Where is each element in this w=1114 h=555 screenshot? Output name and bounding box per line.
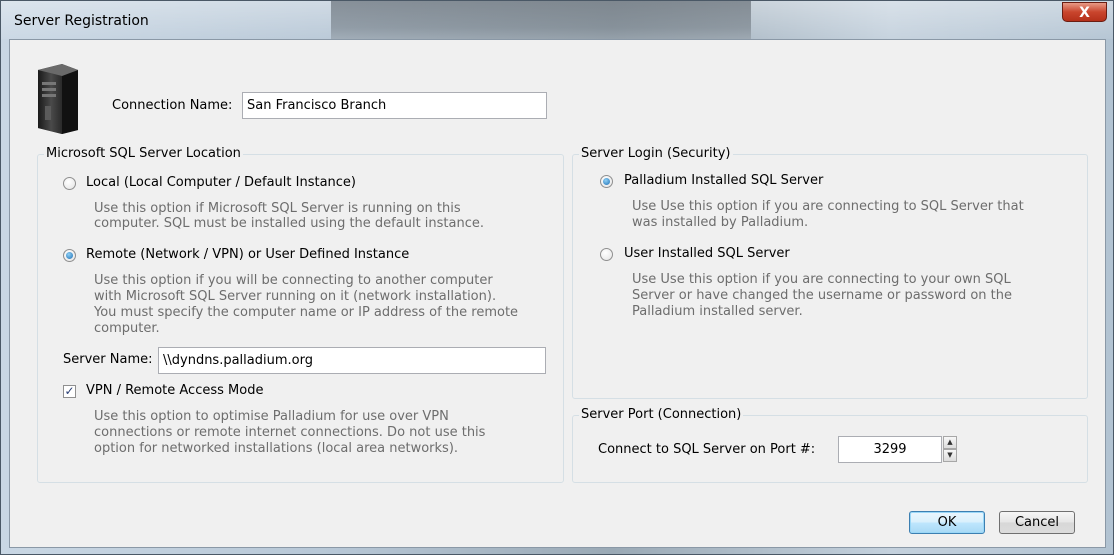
vpn-desc-line: Use this option to optimise Palladium fo… [94,409,449,424]
remote-desc-line: You must specify the computer name or IP… [94,305,519,320]
checkmark-icon: ✓ [64,384,75,398]
vpn-checkbox[interactable]: ✓ [63,385,76,398]
user-sql-radio-label[interactable]: User Installed SQL Server [624,246,790,261]
ok-button[interactable]: OK [909,511,985,534]
login-group-title: Server Login (Security) [579,146,733,161]
connection-name-input[interactable]: San Francisco Branch [242,92,547,119]
server-tower-icon [38,64,78,134]
port-group-title: Server Port (Connection) [579,407,744,422]
title-bar[interactable]: Server Registration X [1,1,1113,39]
connection-name-label: Connection Name: [112,98,233,113]
close-button[interactable]: X [1062,2,1107,22]
server-name-input[interactable]: \\dyndns.palladium.org [158,347,546,374]
dialog-body: Connection Name: San Francisco Branch Mi… [9,39,1106,548]
local-desc-line: Use this option if Microsoft SQL Server … [94,201,461,216]
remote-desc-line: computer. [94,321,160,336]
palladium-desc-line: Use Use this option if you are connectin… [632,199,1024,214]
window-title: Server Registration [14,13,149,29]
user-desc-line: Server or have changed the username or p… [632,288,1012,303]
port-label: Connect to SQL Server on Port #: [598,442,816,457]
spin-down-icon[interactable]: ▼ [943,449,957,462]
remote-desc-line: Use this option if you will be connectin… [94,273,493,288]
palladium-sql-radio-label[interactable]: Palladium Installed SQL Server [624,173,823,188]
vpn-desc-line: connections or remote internet connectio… [94,425,486,440]
port-input[interactable]: 3299 [838,436,942,463]
remote-radio[interactable] [63,249,76,262]
palladium-sql-radio[interactable] [600,175,613,188]
local-radio-label[interactable]: Local (Local Computer / Default Instance… [86,175,356,190]
local-desc-line: computer. SQL must be installed using th… [94,216,484,231]
port-spinner[interactable]: ▲ ▼ [943,436,957,463]
remote-radio-label[interactable]: Remote (Network / VPN) or User Defined I… [86,247,409,262]
cancel-button[interactable]: Cancel [999,511,1075,534]
user-desc-line: Use Use this option if you are connectin… [632,272,1011,287]
user-desc-line: Palladium installed server. [632,304,803,319]
remote-desc-line: with Microsoft SQL Server running on it … [94,289,497,304]
vpn-desc-line: option for networked installations (loca… [94,441,459,456]
local-radio[interactable] [63,177,76,190]
server-registration-window: Server Registration X Connection Name: S… [0,0,1114,555]
title-bar-glass [331,1,751,39]
server-name-label: Server Name: [63,352,153,367]
palladium-desc-line: was installed by Palladium. [632,215,809,230]
spin-up-icon[interactable]: ▲ [943,436,957,449]
vpn-checkbox-label[interactable]: VPN / Remote Access Mode [86,383,263,398]
user-sql-radio[interactable] [600,248,613,261]
close-icon: X [1079,5,1090,21]
location-group-title: Microsoft SQL Server Location [44,146,243,161]
